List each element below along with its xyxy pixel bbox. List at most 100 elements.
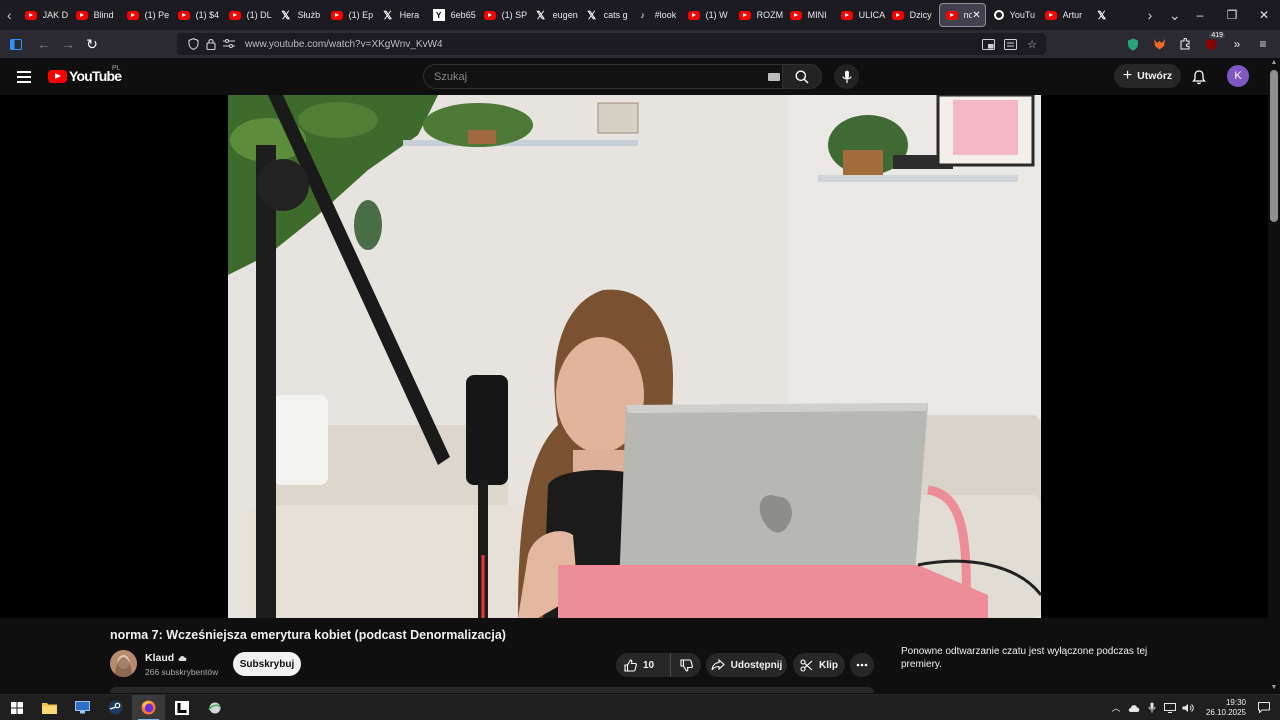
more-actions-button[interactable] (850, 653, 874, 677)
search-icon (795, 70, 809, 83)
share-button[interactable]: Udostępnij (706, 653, 787, 677)
taskbar-weather-app[interactable] (198, 695, 231, 720)
tab-0[interactable]: JAK D (19, 3, 70, 27)
forward-icon[interactable]: → (56, 32, 80, 56)
channel-name-text[interactable]: Klaud (145, 652, 174, 664)
tab-4[interactable]: (1) DL (223, 3, 274, 27)
virtual-keyboard-icon[interactable] (768, 72, 780, 81)
clip-label: Klip (819, 659, 838, 671)
tab-label: Artur (1062, 10, 1083, 20)
video-player[interactable] (0, 95, 1268, 618)
taskbar-notes-app[interactable] (165, 695, 198, 720)
onedrive-cloud-icon[interactable] (1128, 702, 1140, 714)
share-label: Udostępnij (730, 659, 783, 671)
tab-17[interactable]: Dzicy (886, 3, 937, 27)
like-button[interactable]: 10 (616, 653, 671, 677)
thumbs-down-icon (679, 658, 693, 672)
tab-9[interactable]: (1) SP (478, 3, 529, 27)
list-all-tabs-icon[interactable]: ⌄ (1165, 0, 1184, 30)
search-button[interactable] (782, 64, 822, 89)
account-avatar[interactable]: K (1227, 65, 1249, 87)
scroll-up-icon[interactable]: ▲ (1270, 59, 1278, 67)
tab-3[interactable]: (1) $4 (172, 3, 223, 27)
close-tab-icon[interactable]: ✕ (972, 10, 980, 21)
extensions-puzzle-icon[interactable] (1174, 33, 1196, 55)
permissions-icon[interactable] (221, 36, 237, 52)
minimize-icon[interactable]: – (1184, 0, 1216, 30)
tab-10[interactable]: 𝕏eugen (529, 3, 580, 27)
channel-name[interactable]: Klaud (145, 652, 187, 664)
tab-15[interactable]: MINI (784, 3, 835, 27)
tab-active[interactable]: no✕ (938, 3, 986, 27)
notifications-bell-icon[interactable] (1188, 66, 1210, 88)
taskbar-steam[interactable] (99, 695, 132, 720)
tab-20[interactable]: Artur (1039, 3, 1090, 27)
guide-menu-icon[interactable] (14, 67, 34, 87)
tracking-protection-icon[interactable] (185, 36, 201, 52)
network-icon[interactable] (1163, 702, 1176, 714)
windows-logo-icon (10, 701, 23, 714)
video-frame[interactable] (228, 95, 1041, 618)
start-button[interactable] (0, 695, 33, 720)
scrollbar-thumb[interactable] (1270, 70, 1278, 222)
reload-icon[interactable]: ↻ (80, 32, 104, 56)
youtube-icon (945, 10, 958, 20)
taskbar-file-explorer[interactable] (33, 695, 66, 720)
close-window-icon[interactable]: ✕ (1248, 0, 1280, 30)
scroll-down-icon[interactable]: ▼ (1270, 684, 1278, 692)
sidebar-toggle-icon[interactable] (4, 32, 28, 56)
tab-12[interactable]: ♪ #look (631, 3, 682, 27)
app-menu-icon[interactable]: ≡ (1252, 33, 1274, 55)
search-input[interactable] (434, 70, 744, 83)
page-scrollbar[interactable]: ▲ ▼ (1268, 58, 1280, 694)
tab-19[interactable]: YouTu (988, 3, 1039, 27)
firefox-icon (141, 700, 156, 715)
ublock-extension-icon[interactable]: 419 (1200, 32, 1225, 55)
fox-extension-icon[interactable] (1148, 33, 1170, 55)
tab-label: (1) SP (501, 10, 528, 20)
tab-label: (1) W (705, 10, 728, 20)
bookmark-star-icon[interactable]: ☆ (1024, 36, 1040, 52)
restore-icon[interactable]: ❐ (1216, 0, 1248, 30)
dislike-button[interactable] (671, 653, 701, 677)
tab-21[interactable]: 𝕏 (1090, 3, 1141, 27)
volume-icon[interactable] (1182, 702, 1194, 714)
vpn-shield-extension-icon[interactable] (1122, 33, 1144, 55)
tab-13[interactable]: (1) W (682, 3, 733, 27)
tabs-scroll-left-icon[interactable]: ‹ (0, 0, 19, 30)
lock-icon[interactable] (203, 36, 219, 52)
tabs-scroll-right-icon[interactable]: › (1141, 0, 1160, 30)
youtube-logo[interactable]: YouTube PL (48, 65, 122, 84)
search-box (423, 64, 783, 89)
url-text[interactable]: www.youtube.com/watch?v=XKgWnv_KvW4 (245, 39, 443, 50)
microphone-tray-icon[interactable] (1146, 702, 1158, 714)
tab-16[interactable]: ULICA (835, 3, 886, 27)
tab-1[interactable]: Blind (70, 3, 121, 27)
reader-view-icon[interactable] (1002, 36, 1018, 52)
back-icon[interactable]: ← (32, 32, 56, 56)
folder-icon (42, 702, 57, 714)
address-bar[interactable]: www.youtube.com/watch?v=XKgWnv_KvW4 ☆ (177, 33, 1046, 55)
tab-14[interactable]: ROZM (733, 3, 784, 27)
tab-label: YouTu (1009, 10, 1036, 20)
subscribe-button[interactable]: Subskrybuj (233, 652, 301, 676)
voice-search-button[interactable] (834, 64, 859, 89)
taskbar-clock[interactable]: 19:30 26.10.2025 (1200, 698, 1252, 718)
tab-6[interactable]: (1) Ep (325, 3, 376, 27)
taskbar-firefox[interactable] (132, 694, 165, 720)
picture-in-picture-icon[interactable] (980, 36, 996, 52)
tab-11[interactable]: 𝕏cats g (580, 3, 631, 27)
tab-8[interactable]: Y 6eb65 (427, 3, 478, 27)
more-tools-icon[interactable]: » (1226, 33, 1248, 55)
taskbar-remote-desktop[interactable] (66, 695, 99, 720)
clip-button[interactable]: Klip (793, 653, 845, 677)
show-hidden-icons-icon[interactable]: ︿ (1110, 702, 1122, 714)
tab-2[interactable]: (1) Pe (121, 3, 172, 27)
channel-avatar[interactable] (110, 650, 137, 677)
description-box[interactable] (110, 687, 874, 693)
create-button[interactable]: + Utwórz (1114, 64, 1181, 88)
scissors-icon (800, 658, 813, 672)
tab-7[interactable]: 𝕏 Hera (376, 3, 427, 27)
notifications-icon[interactable] (1258, 702, 1270, 714)
tab-5[interactable]: 𝕏 Służb (274, 3, 325, 27)
